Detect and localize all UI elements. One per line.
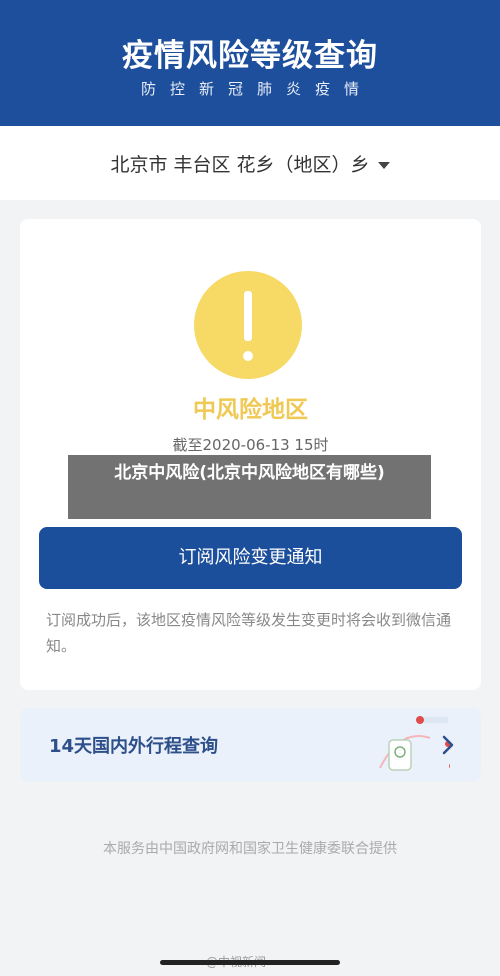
exclamation-bar bbox=[244, 291, 252, 341]
page-subtitle: 防控新冠肺炎疫情 bbox=[140, 80, 373, 98]
footer-credit: 本服务由中国政府网和国家卫生健康委联合提供 bbox=[103, 841, 397, 857]
trip-query-label[interactable]: 14天国内外行程查询 bbox=[49, 732, 218, 758]
chevron-right-icon[interactable] bbox=[440, 734, 456, 756]
app-header: 疫情风险等级查询 防控新冠肺炎疫情 bbox=[0, 0, 500, 126]
caption-overlay: 北京中风险(北京中风险地区有哪些) bbox=[68, 455, 431, 519]
caption-text: 北京中风险(北京中风险地区有哪些) bbox=[114, 463, 385, 483]
subscribe-note: 订阅成功后，该地区疫情风险等级发生变更时将会收到微信通知。 bbox=[46, 611, 452, 655]
exclamation-dot bbox=[243, 351, 253, 361]
exclamation-icon bbox=[194, 271, 302, 379]
route-illustration-icon bbox=[379, 716, 450, 771]
subscribe-button[interactable]: 订阅风险变更通知 bbox=[39, 527, 462, 589]
region-selector[interactable]: 北京市 丰台区 花乡（地区）乡 bbox=[0, 126, 500, 200]
region-text[interactable]: 北京市 丰台区 花乡（地区）乡 bbox=[110, 154, 369, 176]
home-indicator[interactable] bbox=[160, 960, 340, 965]
risk-timestamp: 截至2020-06-13 15时 bbox=[172, 436, 329, 454]
page-title: 疫情风险等级查询 bbox=[122, 38, 378, 74]
region-selector-label[interactable]: 北京市 丰台区 花乡（地区）乡 bbox=[0, 150, 500, 177]
caret-down-icon[interactable] bbox=[377, 162, 390, 169]
risk-level: 中风险地区 bbox=[193, 397, 308, 423]
trip-query-card[interactable]: 14天国内外行程查询 bbox=[20, 708, 481, 782]
